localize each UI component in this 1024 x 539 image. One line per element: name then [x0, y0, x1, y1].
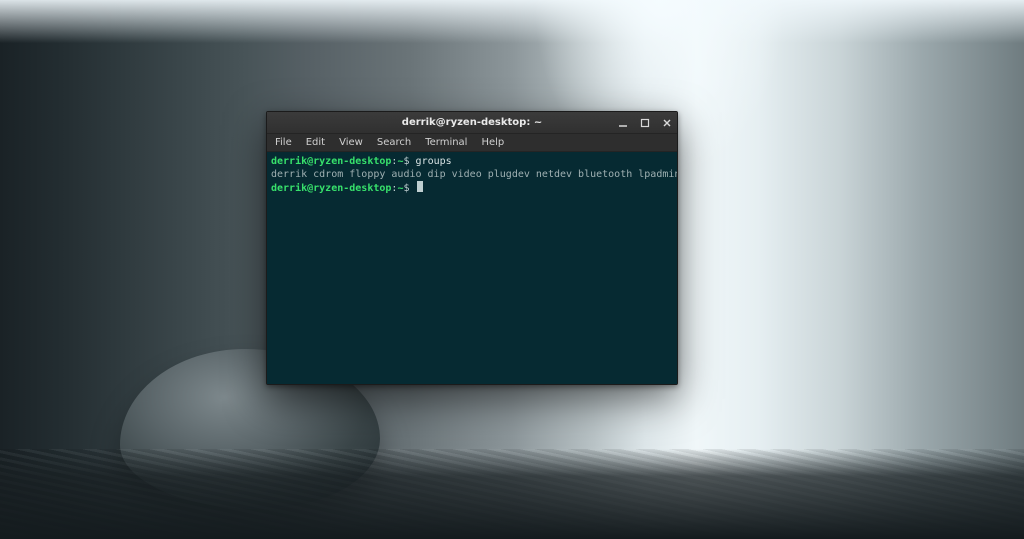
- close-button[interactable]: [661, 117, 673, 129]
- terminal-line: derrik@ryzen-desktop:~$ groups: [271, 155, 673, 168]
- menu-help[interactable]: Help: [479, 136, 506, 149]
- menubar: File Edit View Search Terminal Help: [267, 134, 677, 152]
- output-text: derrik cdrom floppy audio dip video plug…: [271, 169, 677, 180]
- prompt-symbol: $: [403, 156, 409, 167]
- menu-search[interactable]: Search: [375, 136, 413, 149]
- minimize-button[interactable]: [617, 117, 629, 129]
- terminal-window: derrik@ryzen-desktop: ~ File Edit View S…: [266, 111, 678, 385]
- command-text: groups: [416, 156, 452, 167]
- wallpaper-ground: [0, 449, 1024, 539]
- menu-edit[interactable]: Edit: [304, 136, 327, 149]
- prompt-symbol: $: [403, 183, 409, 194]
- menu-file[interactable]: File: [273, 136, 294, 149]
- prompt-user-host: derrik@ryzen-desktop: [271, 156, 391, 167]
- prompt-user-host: derrik@ryzen-desktop: [271, 183, 391, 194]
- menu-view[interactable]: View: [337, 136, 365, 149]
- maximize-button[interactable]: [639, 117, 651, 129]
- window-controls: [617, 112, 673, 134]
- minimize-icon: [618, 118, 628, 128]
- terminal-line: derrik cdrom floppy audio dip video plug…: [271, 168, 673, 181]
- titlebar[interactable]: derrik@ryzen-desktop: ~: [267, 112, 677, 134]
- menu-terminal[interactable]: Terminal: [423, 136, 469, 149]
- terminal-body[interactable]: derrik@ryzen-desktop:~$ groups derrik cd…: [267, 152, 677, 384]
- window-title: derrik@ryzen-desktop: ~: [402, 117, 542, 128]
- desktop: derrik@ryzen-desktop: ~ File Edit View S…: [0, 0, 1024, 539]
- close-icon: [662, 118, 672, 128]
- terminal-line: derrik@ryzen-desktop:~$: [271, 181, 673, 195]
- maximize-icon: [640, 118, 650, 128]
- cursor-icon: [417, 181, 423, 192]
